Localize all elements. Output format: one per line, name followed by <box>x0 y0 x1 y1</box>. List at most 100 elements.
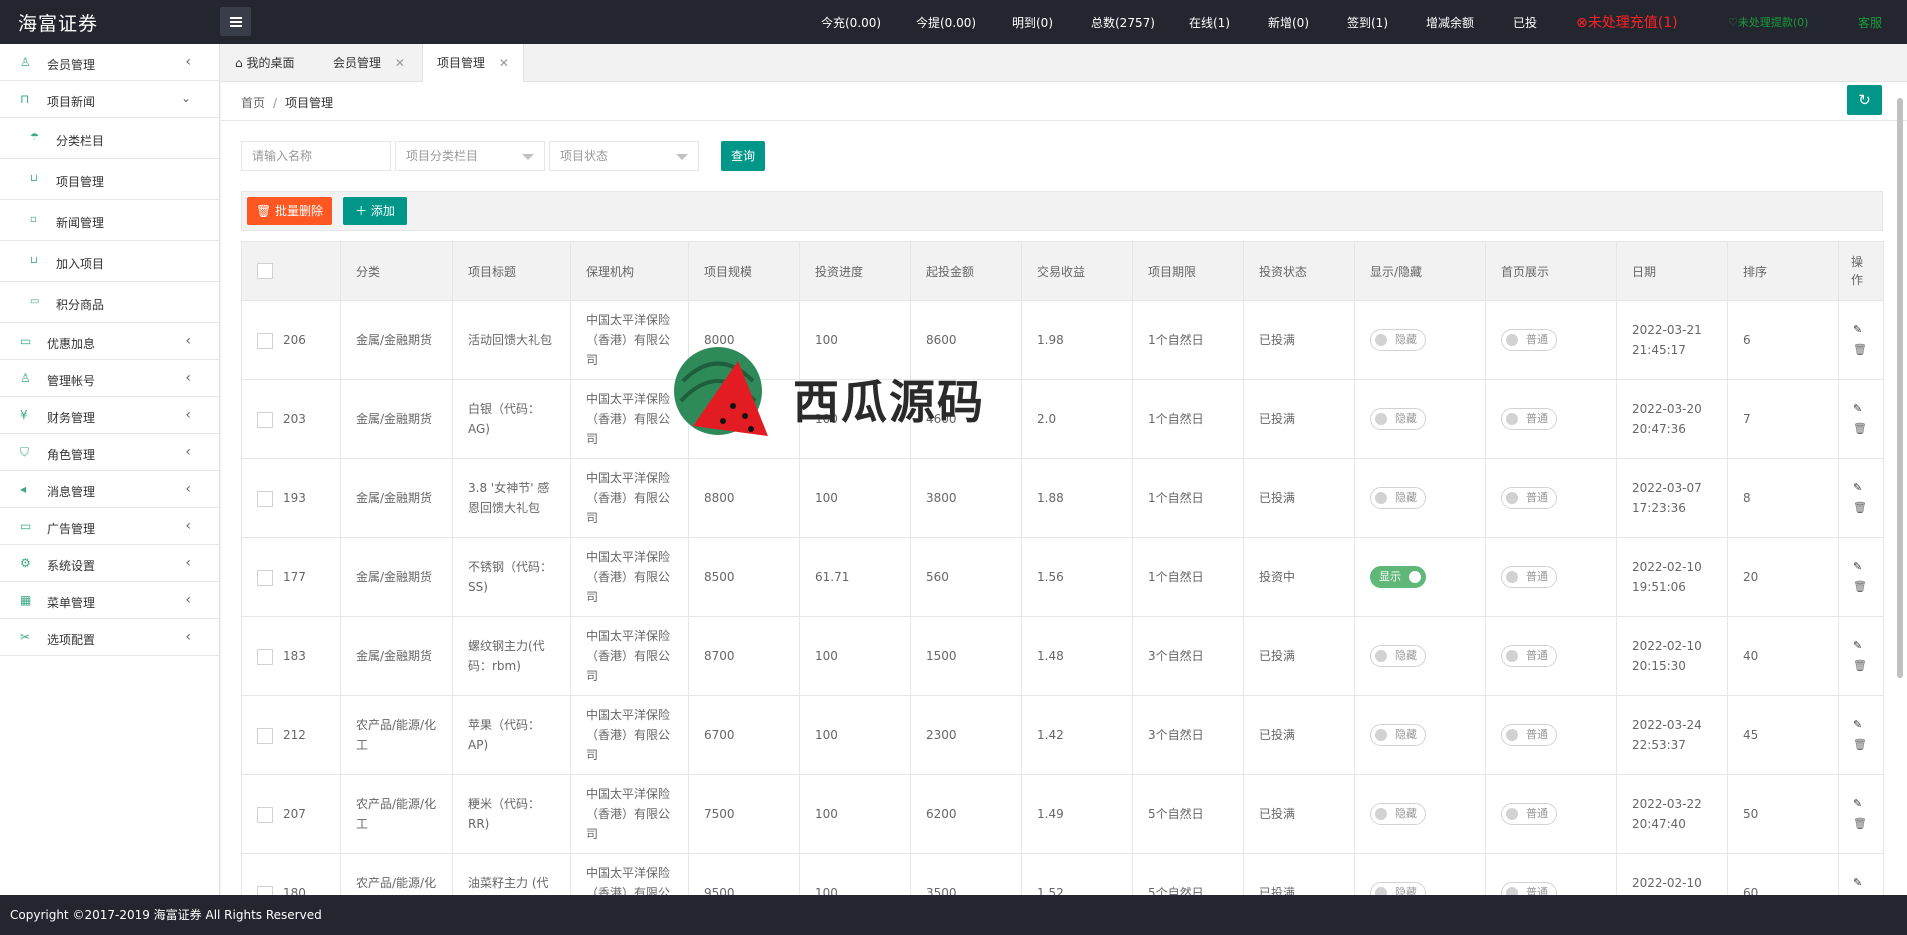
home-display-toggle[interactable]: 普通 <box>1501 724 1557 746</box>
sidebar-item-ads[interactable]: ▭ 广告管理 ‹ <box>0 508 219 545</box>
delete-icon[interactable]: 🗑 <box>1853 340 1869 360</box>
vertical-scrollbar[interactable] <box>1897 98 1903 678</box>
close-icon[interactable]: ✕ <box>395 56 405 70</box>
column-header: 操作 <box>1838 241 1884 301</box>
status-select[interactable]: 项目状态 <box>549 141 699 171</box>
topnav-today-withdraw[interactable]: 今提(0.00) <box>916 14 976 31</box>
ops-cell: ✎🗑 <box>1838 379 1884 459</box>
sidebar-item-menu[interactable]: ▦ 菜单管理 ‹ <box>0 582 219 619</box>
edit-icon[interactable]: ✎ <box>1853 478 1869 498</box>
breadcrumb-home[interactable]: 首页 <box>241 96 265 110</box>
edit-icon[interactable]: ✎ <box>1853 557 1869 577</box>
sidebar-sub-points-goods[interactable]: ▭ 积分商品 <box>0 282 219 323</box>
row-checkbox[interactable] <box>257 332 273 349</box>
topnav-pending-recharge[interactable]: ⊗未处理充值(1) <box>1576 12 1678 32</box>
home-display-toggle[interactable]: 普通 <box>1501 329 1557 351</box>
sidebar-item-admin-account[interactable]: ♙ 管理帐号 ‹ <box>0 360 219 397</box>
progress-cell: 100 <box>799 774 911 854</box>
name-search-input[interactable]: 请输入名称 <box>241 141 391 171</box>
home-display-toggle[interactable]: 普通 <box>1501 882 1557 895</box>
row-checkbox[interactable] <box>257 411 273 428</box>
select-all-header[interactable] <box>241 241 341 301</box>
sidebar-item-discount[interactable]: ▭ 优惠加息 ‹ <box>0 323 219 360</box>
sidebar-item-member[interactable]: ♙ 会员管理 ‹ <box>0 44 219 81</box>
sidebar-item-options[interactable]: ✂ 选项配置 ‹ <box>0 619 219 656</box>
tab-member-manage[interactable]: 会员管理 ✕ <box>319 44 419 82</box>
table-row: 207 农产品/能源/化工 粳米（代码：RR) 中国太平洋保险（香港）有限公司 7500… <box>241 774 1884 854</box>
menu-toggle-button[interactable] <box>220 7 251 36</box>
close-icon[interactable]: ✕ <box>499 56 509 70</box>
watermark: 西瓜源码 <box>663 341 1003 451</box>
sort-cell: 20 <box>1727 537 1839 617</box>
delete-icon[interactable]: 🗑 <box>1853 419 1869 439</box>
row-checkbox[interactable] <box>257 885 273 895</box>
topnav-today-recharge[interactable]: 今充(0.00) <box>821 14 881 31</box>
sidebar-item-project-news[interactable]: ⊓ 项目新闻 ⌄ <box>0 81 219 118</box>
visible-toggle[interactable]: 隐藏 <box>1370 408 1426 430</box>
row-id: 203 <box>283 412 306 426</box>
sidebar-item-finance[interactable]: ¥ 财务管理 ‹ <box>0 397 219 434</box>
ops-cell: ✎🗑 <box>1838 853 1884 895</box>
batch-delete-button[interactable]: 🗑 批量删除 <box>247 197 332 225</box>
topnav-signin[interactable]: 签到(1) <box>1347 14 1388 31</box>
footer: Copyright ©2017-2019 海富证券 All Rights Res… <box>0 895 1907 935</box>
topnav-online[interactable]: 在线(1) <box>1189 14 1230 31</box>
sidebar-item-label: 角色管理 <box>47 448 96 462</box>
row-checkbox[interactable] <box>257 490 273 507</box>
topnav-total[interactable]: 总数(2757) <box>1091 14 1155 31</box>
progress-cell: 100 <box>799 695 911 775</box>
topnav-pending-withdraw[interactable]: ♡未处理提款(0) <box>1728 14 1808 30</box>
edit-icon[interactable]: ✎ <box>1853 715 1869 735</box>
edit-icon[interactable]: ✎ <box>1853 399 1869 419</box>
topnav-invested[interactable]: 已投 <box>1513 14 1537 31</box>
visible-toggle[interactable]: 显示 <box>1370 566 1426 588</box>
category-select[interactable]: 项目分类栏目 <box>395 141 545 171</box>
sidebar-item-message[interactable]: ◂ 消息管理 ‹ <box>0 471 219 508</box>
topnav-service[interactable]: 客服 <box>1858 14 1882 31</box>
status-cell: 已投满 <box>1243 616 1355 696</box>
edit-icon[interactable]: ✎ <box>1853 873 1869 893</box>
visible-toggle[interactable]: 隐藏 <box>1370 724 1426 746</box>
sidebar-sub-news-manage[interactable]: ▫ 新闻管理 <box>0 200 219 241</box>
select-all-checkbox[interactable] <box>257 263 273 279</box>
home-display-toggle[interactable]: 普通 <box>1501 408 1557 430</box>
sidebar-sub-project-manage[interactable]: ⊔ 项目管理 <box>0 159 219 200</box>
delete-icon[interactable]: 🗑 <box>1853 814 1869 834</box>
topnav-adjust-balance[interactable]: 增减余额 <box>1426 14 1474 31</box>
tab-project-manage[interactable]: 项目管理 ✕ <box>422 44 524 83</box>
home-display-toggle[interactable]: 普通 <box>1501 566 1557 588</box>
edit-icon[interactable]: ✎ <box>1853 636 1869 656</box>
delete-icon[interactable]: 🗑 <box>1853 656 1869 676</box>
sidebar-item-system[interactable]: ⚙ 系统设置 ‹ <box>0 545 219 582</box>
visible-toggle[interactable]: 隐藏 <box>1370 329 1426 351</box>
edit-icon[interactable]: ✎ <box>1853 794 1869 814</box>
row-checkbox[interactable] <box>257 806 273 823</box>
home-display-toggle[interactable]: 普通 <box>1501 487 1557 509</box>
visible-toggle[interactable]: 隐藏 <box>1370 487 1426 509</box>
home-display-toggle[interactable]: 普通 <box>1501 803 1557 825</box>
home-display-cell: 普通 <box>1485 853 1617 895</box>
topnav-new[interactable]: 新增(0) <box>1268 14 1309 31</box>
add-button[interactable]: ＋ 添加 <box>343 197 407 225</box>
status-cell: 已投满 <box>1243 379 1355 459</box>
visible-toggle[interactable]: 隐藏 <box>1370 803 1426 825</box>
delete-icon[interactable]: 🗑 <box>1853 498 1869 518</box>
home-display-toggle[interactable]: 普通 <box>1501 645 1557 667</box>
progress-cell: 61.71 <box>799 537 911 617</box>
delete-icon[interactable]: 🗑 <box>1853 735 1869 755</box>
sidebar-item-role[interactable]: ⛉ 角色管理 ‹ <box>0 434 219 471</box>
tab-desktop[interactable]: ⌂ 我的桌面 <box>221 44 308 82</box>
edit-icon[interactable]: ✎ <box>1853 320 1869 340</box>
row-checkbox[interactable] <box>257 569 273 586</box>
refresh-button[interactable]: ↻ <box>1847 85 1882 115</box>
visible-toggle[interactable]: 隐藏 <box>1370 882 1426 895</box>
visible-toggle[interactable]: 隐藏 <box>1370 645 1426 667</box>
query-button[interactable]: 查询 <box>721 141 765 171</box>
min-amount-cell: 2300 <box>910 695 1022 775</box>
delete-icon[interactable]: 🗑 <box>1853 577 1869 597</box>
sidebar-sub-join-project[interactable]: ⊔ 加入项目 <box>0 241 219 282</box>
row-checkbox[interactable] <box>257 727 273 744</box>
row-checkbox[interactable] <box>257 648 273 665</box>
sidebar-sub-category[interactable]: ☂ 分类栏目 <box>0 118 219 159</box>
topnav-tomorrow-due[interactable]: 明到(0) <box>1012 14 1053 31</box>
